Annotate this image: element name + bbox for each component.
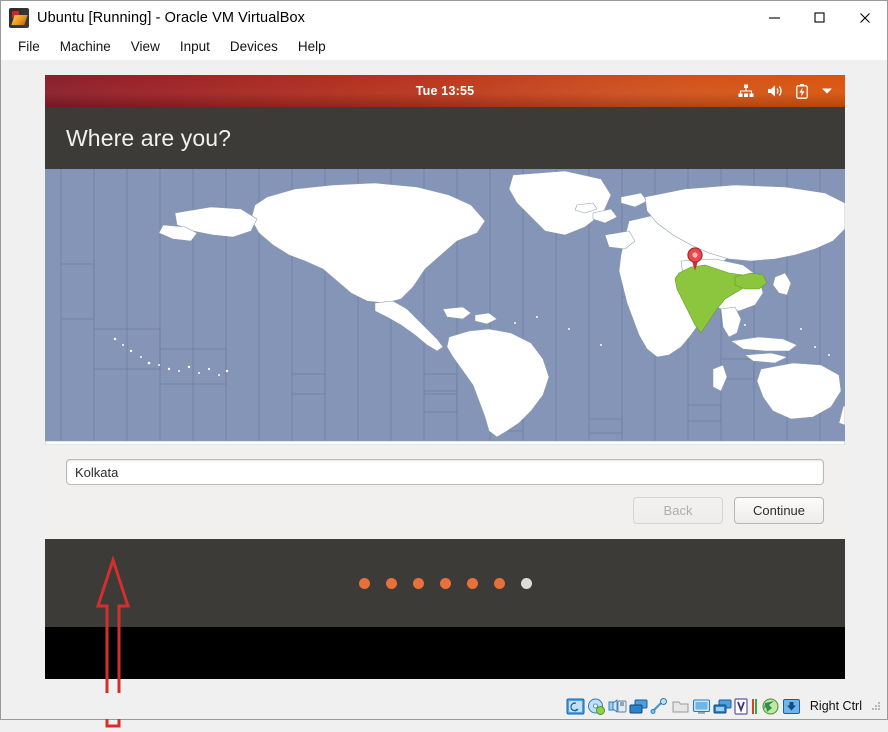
maximize-button[interactable] [797, 1, 842, 34]
menu-item-machine[interactable]: Machine [50, 37, 121, 56]
ubuntu-top-panel: Tue 13:55 [45, 75, 845, 107]
vbox-statusbar: Right Ctrl [1, 693, 887, 719]
minimize-button[interactable] [752, 1, 797, 34]
progress-dot [493, 577, 505, 589]
usb-icon[interactable] [650, 697, 669, 715]
virtualization-icon[interactable] [734, 697, 749, 715]
virtualbox-logo-icon [9, 7, 29, 28]
machine-view-area: Tue 13:55 Where are you? Kolkata Back Co… [1, 60, 887, 728]
virtualbox-window: Ubuntu [Running] - Oracle VM VirtualBox … [0, 0, 888, 728]
chevron-down-icon[interactable] [821, 87, 833, 95]
progress-dot [412, 577, 424, 589]
city-input[interactable] [66, 459, 824, 485]
map-svg [45, 169, 845, 445]
installer-form-area: Back Continue [45, 445, 845, 539]
battery-charging-icon[interactable] [796, 83, 808, 99]
shared-folder-icon[interactable] [671, 698, 690, 715]
window-controls [752, 1, 887, 34]
continue-button[interactable]: Continue [734, 497, 824, 524]
keyboard-capture-icon[interactable] [782, 698, 801, 715]
progress-dot [439, 577, 451, 589]
menu-item-help[interactable]: Help [288, 37, 336, 56]
progress-dot [385, 577, 397, 589]
panel-indicators [738, 75, 833, 107]
menu-item-file[interactable]: File [8, 37, 50, 56]
installer-header: Where are you? [45, 107, 845, 169]
host-key-label: Right Ctrl [809, 699, 862, 713]
network-adapter-icon[interactable] [629, 698, 648, 715]
installer-footer [45, 539, 845, 627]
progress-dot-inactive [520, 577, 532, 589]
world-timezone-map[interactable] [45, 169, 845, 445]
window-titlebar: Ubuntu [Running] - Oracle VM VirtualBox [1, 1, 887, 34]
menu-item-devices[interactable]: Devices [220, 37, 288, 56]
back-button[interactable]: Back [633, 497, 723, 524]
progress-dot [466, 577, 478, 589]
cpu-load-icon [751, 698, 759, 715]
resize-grip-icon[interactable] [870, 700, 882, 712]
menu-item-input[interactable]: Input [170, 37, 220, 56]
display-icon[interactable] [692, 698, 711, 715]
page-title: Where are you? [66, 124, 232, 151]
panel-clock[interactable]: Tue 13:55 [45, 84, 845, 98]
navigation-buttons: Back Continue [633, 497, 824, 524]
status-icon-group [566, 697, 801, 715]
menubar: File Machine View Input Devices Help [1, 34, 887, 60]
optical-disk-icon[interactable] [587, 698, 606, 715]
window-title: Ubuntu [Running] - Oracle VM VirtualBox [37, 9, 305, 26]
mouse-integration-icon[interactable] [761, 698, 780, 715]
floppy-disk-icon[interactable] [608, 698, 627, 715]
recording-icon[interactable] [713, 698, 732, 715]
progress-dot [358, 577, 370, 589]
volume-icon[interactable] [767, 84, 783, 98]
guest-screen[interactable]: Tue 13:55 Where are you? Kolkata Back Co… [45, 75, 845, 679]
hard-disk-icon[interactable] [566, 698, 585, 715]
guest-letterbox [45, 627, 845, 679]
network-icon[interactable] [738, 84, 754, 98]
progress-dots [358, 577, 532, 589]
close-button[interactable] [842, 1, 887, 34]
menu-item-view[interactable]: View [121, 37, 170, 56]
